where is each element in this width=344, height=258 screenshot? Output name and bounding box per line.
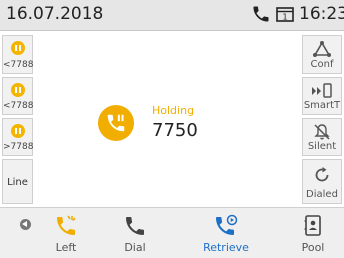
line-keys: <7788 <7788 >7788 Line bbox=[0, 31, 35, 207]
button-label: Dial bbox=[124, 241, 146, 254]
line-key-3[interactable]: >7788 bbox=[2, 118, 33, 156]
soft-key-label: Silent bbox=[307, 141, 337, 152]
line-key-4[interactable]: Line bbox=[2, 159, 33, 204]
svg-text:1: 1 bbox=[282, 13, 287, 22]
bell-off-icon bbox=[303, 123, 341, 141]
soft-key-smart-transfer[interactable]: SmartT bbox=[302, 77, 342, 115]
phone-ringing-icon bbox=[36, 214, 96, 238]
date-label: 16.07.2018 bbox=[6, 4, 104, 24]
phone-resume-icon bbox=[194, 214, 258, 238]
soft-key-label: Conf bbox=[310, 59, 334, 70]
contacts-icon bbox=[288, 214, 338, 238]
held-call-icon bbox=[98, 105, 134, 141]
hold-status-icon bbox=[11, 83, 25, 97]
soft-key-dialed[interactable]: Dialed bbox=[302, 159, 342, 204]
conference-icon bbox=[303, 40, 341, 58]
phone-icon bbox=[251, 4, 271, 24]
line-key-label: >7788 bbox=[3, 142, 34, 152]
soft-key-label: SmartT bbox=[303, 100, 341, 111]
pool-button[interactable]: Pool bbox=[288, 208, 338, 258]
refresh-icon bbox=[303, 166, 341, 184]
line-key-label: <7788 bbox=[3, 101, 34, 111]
soft-key-silent[interactable]: Silent bbox=[302, 118, 342, 156]
dial-button[interactable]: Dial bbox=[110, 208, 160, 258]
smart-transfer-icon bbox=[303, 82, 341, 100]
soft-key-conf[interactable]: Conf bbox=[302, 35, 342, 74]
call-status-label: Holding bbox=[152, 104, 195, 117]
button-label: Left bbox=[55, 241, 77, 254]
hold-status-icon bbox=[11, 41, 25, 55]
line-key-1[interactable]: <7788 bbox=[2, 35, 33, 74]
line-key-2[interactable]: <7788 bbox=[2, 77, 33, 115]
time-label: 16:23 bbox=[299, 4, 344, 24]
left-button[interactable]: Left bbox=[36, 208, 96, 258]
button-label: Pool bbox=[301, 241, 325, 254]
status-icons: 1 16:23 bbox=[251, 4, 344, 24]
phone-screen: 16.07.2018 1 16:23 <7788 <7788 >7788 Lin… bbox=[0, 0, 344, 258]
soft-key-label: Dialed bbox=[306, 189, 338, 200]
status-bar: 16.07.2018 1 16:23 bbox=[0, 0, 344, 31]
line-key-label: <7788 bbox=[3, 60, 34, 70]
call-number: 7750 bbox=[152, 120, 198, 141]
line-status-icon: 1 bbox=[275, 4, 295, 24]
previous-page-icon[interactable] bbox=[20, 219, 31, 230]
button-label: Retrieve bbox=[203, 241, 249, 254]
hold-status-icon bbox=[11, 124, 25, 138]
handset-icon bbox=[110, 214, 160, 238]
softkey-bar: Left Dial Retrieve Pool bbox=[0, 207, 344, 258]
line-key-label: Line bbox=[7, 177, 28, 188]
retrieve-button[interactable]: Retrieve bbox=[194, 208, 258, 258]
